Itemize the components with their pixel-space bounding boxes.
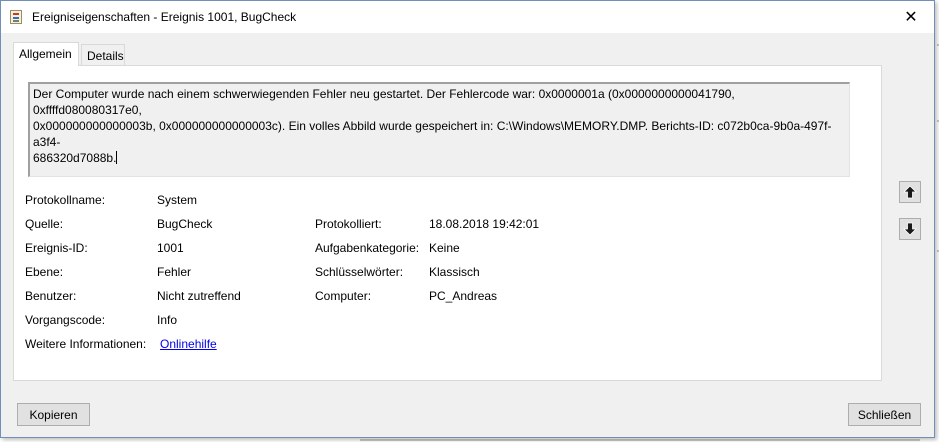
event-properties-dialog: Ereigniseigenschaften - Ereignis 1001, B…: [0, 0, 935, 438]
onlinehilfe-link[interactable]: Onlinehilfe: [160, 337, 217, 351]
tab-allgemein[interactable]: Allgemein: [13, 42, 79, 66]
schluesselwoerter-value: Klassisch: [429, 265, 480, 279]
event-description[interactable]: Der Computer wurde nach einem schwerwieg…: [28, 82, 850, 177]
protokolliert-value: 18.08.2018 19:42:01: [429, 217, 540, 231]
ereignis-id-value: 1001: [157, 241, 184, 255]
event-viewer-icon: [10, 10, 22, 24]
description-line: Der Computer wurde nach einem schwerwieg…: [33, 87, 735, 117]
quelle-label: Quelle:: [25, 217, 64, 231]
schluesselwoerter-label: Schlüsselwörter:: [315, 265, 404, 279]
benutzer-value: Nicht zutreffend: [157, 289, 241, 303]
protokolliert-label: Protokolliert:: [315, 217, 382, 231]
general-tab-panel: Der Computer wurde nach einem schwerwieg…: [13, 65, 882, 381]
ebene-value: Fehler: [157, 265, 192, 279]
close-window-button[interactable]: ✕: [888, 1, 934, 33]
description-line: 686320d7088b.: [33, 151, 117, 165]
copy-button[interactable]: Kopieren: [17, 403, 90, 426]
arrow-down-icon: [903, 222, 917, 236]
text-caret: [116, 151, 118, 164]
arrow-up-icon: [903, 185, 917, 199]
window-title: Ereigniseigenschaften - Ereignis 1001, B…: [32, 10, 297, 24]
previous-event-button[interactable]: [899, 181, 921, 203]
computer-label: Computer:: [315, 289, 372, 303]
background-text-fragment: [360, 439, 920, 441]
tab-details[interactable]: Details: [81, 44, 125, 66]
aufgabenkategorie-label: Aufgabenkategorie:: [315, 241, 420, 255]
next-event-button[interactable]: [899, 218, 921, 240]
vorgangscode-value: Info: [157, 313, 178, 327]
close-button[interactable]: Schließen: [848, 403, 921, 426]
aufgabenkategorie-value: Keine: [429, 241, 460, 255]
vorgangscode-label: Vorgangscode:: [25, 313, 106, 327]
benutzer-label: Benutzer:: [25, 289, 77, 303]
description-line: 0x000000000000003b, 0x000000000000003c).…: [33, 119, 832, 149]
title-bar[interactable]: Ereigniseigenschaften - Ereignis 1001, B…: [1, 1, 934, 33]
protokollname-value: System: [157, 193, 198, 207]
computer-value: PC_Andreas: [429, 289, 498, 303]
ereignis-id-label: Ereignis-ID:: [25, 241, 88, 255]
protokollname-label: Protokollname:: [25, 193, 106, 207]
weitere-informationen-label: Weitere Informationen:: [25, 337, 147, 351]
description-line-last: 686320d7088b.: [33, 150, 846, 166]
quelle-value: BugCheck: [157, 217, 213, 231]
ebene-label: Ebene:: [25, 265, 64, 279]
